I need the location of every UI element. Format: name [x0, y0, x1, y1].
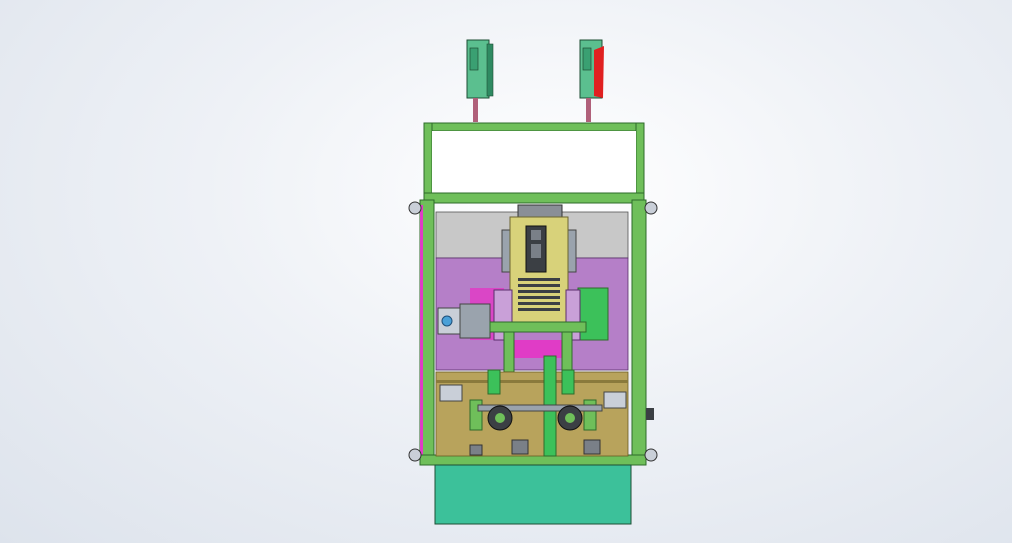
- upper-frame: [423, 122, 645, 204]
- teal-base-cabinet: [434, 464, 632, 525]
- side-connector: [646, 408, 654, 420]
- machine-drawing: [408, 39, 658, 525]
- gold-base: [435, 355, 629, 457]
- cabinet-right: [579, 39, 604, 122]
- cabinet-left: [466, 39, 494, 122]
- crossbar-leg-left: [503, 331, 515, 373]
- side-motor: [437, 303, 491, 339]
- crossbar-leg-right: [561, 331, 573, 373]
- cad-viewport[interactable]: [0, 0, 1012, 543]
- crossbar: [489, 321, 587, 333]
